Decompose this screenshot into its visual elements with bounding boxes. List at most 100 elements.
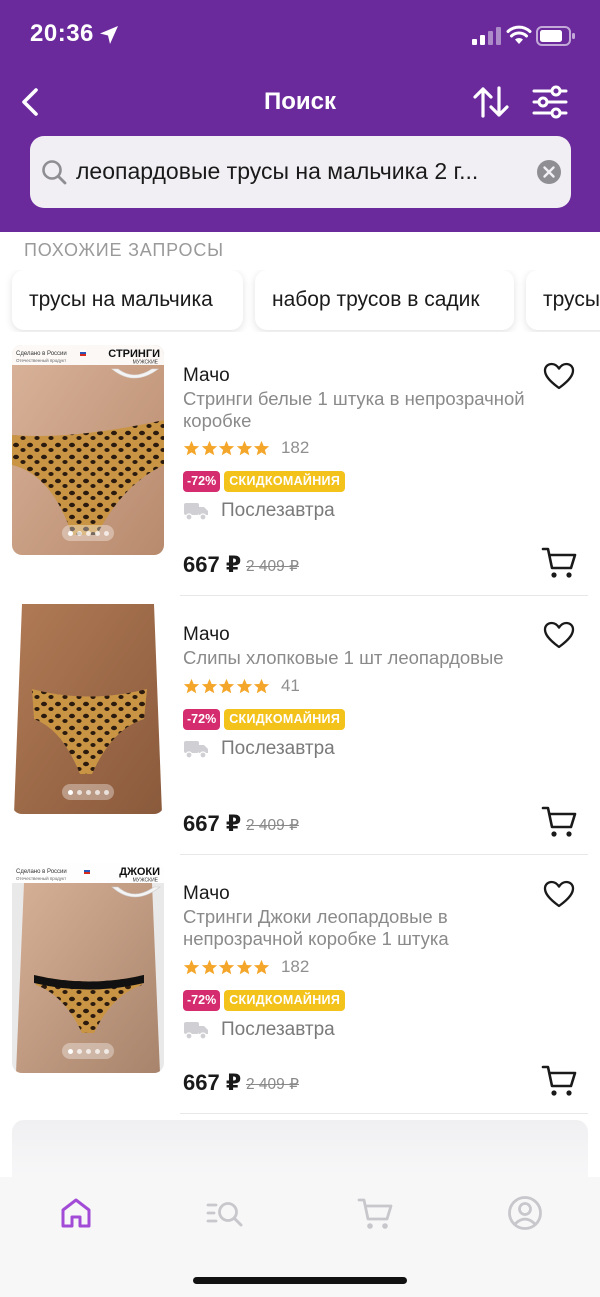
product-price: 667 ₽ — [183, 811, 242, 836]
card-divider — [180, 854, 588, 855]
product-image[interactable] — [12, 604, 164, 814]
product-photo: Сделано в России Отечественный продукт С… — [12, 345, 164, 555]
delivery-date: Послезавтра — [221, 1019, 335, 1040]
delivery-truck-icon — [184, 741, 208, 759]
star-icon — [236, 678, 252, 693]
similar-queries-title: ПОХОЖИЕ ЗАПРОСЫ — [24, 240, 224, 260]
product-card[interactable]: Мачо Слипы хлопковые 1 шт леопардовые 41… — [0, 604, 600, 863]
product-image[interactable]: Сделано в России Отечественный продукт С… — [12, 345, 164, 555]
promo-badge: СКИДКОМАЙНИЯ — [224, 471, 346, 492]
star-icon — [219, 440, 235, 455]
similar-query-chip[interactable]: трусы на мальчика — [12, 270, 243, 330]
home-indicator[interactable] — [193, 1277, 407, 1284]
discount-badge: -72% — [183, 990, 221, 1011]
catalog-search-icon[interactable] — [205, 1193, 245, 1233]
favorite-heart-icon[interactable] — [543, 879, 575, 909]
add-to-cart-icon[interactable] — [541, 1064, 577, 1098]
status-time: 20:36 — [30, 20, 94, 47]
delivery-truck-icon — [184, 1022, 208, 1040]
image-category-sub: МУЖСКИЕ — [133, 360, 159, 366]
product-brand: Мачо — [183, 883, 230, 904]
product-price: 667 ₽ — [183, 1070, 242, 1095]
image-pager-dots — [62, 784, 114, 800]
star-icon — [219, 959, 235, 974]
image-pager-dots — [62, 525, 114, 541]
product-card[interactable]: Сделано в России Отечественный продукт Д… — [0, 863, 600, 1122]
product-old-price: 2 409 ₽ — [246, 817, 299, 834]
image-category-label: СТРИНГИ — [108, 348, 160, 360]
product-rating: 182 — [183, 957, 309, 977]
product-brand: Мачо — [183, 624, 230, 645]
image-pager-dots — [62, 1043, 114, 1059]
cellular-signal-icon — [472, 27, 501, 45]
product-photo: Сделано в России Отечественный продукт Д… — [12, 863, 164, 1073]
profile-icon[interactable] — [505, 1193, 545, 1233]
filter-sliders-icon[interactable] — [530, 84, 570, 120]
star-icon — [201, 678, 217, 693]
review-count: 182 — [280, 957, 310, 976]
promo-badge: СКИДКОМАЙНИЯ — [224, 990, 346, 1011]
star-icon — [201, 440, 217, 455]
product-old-price: 2 409 ₽ — [246, 1076, 299, 1093]
cart-tab-icon[interactable] — [355, 1193, 395, 1233]
product-badges: -72% СКИДКОМАЙНИЯ — [183, 471, 346, 492]
add-to-cart-icon[interactable] — [541, 546, 577, 580]
similar-queries-list: трусы на мальчика набор трусов в садик т… — [0, 270, 600, 332]
clear-search-icon[interactable] — [536, 159, 562, 185]
review-count: 182 — [280, 438, 310, 457]
product-name[interactable]: Стринги Джоки леопардовые в непрозрачной… — [183, 906, 528, 949]
made-in-russia-sub: Отечественный продукт — [16, 875, 66, 881]
delivery-truck-icon — [184, 503, 208, 521]
card-divider — [180, 1113, 588, 1114]
product-image[interactable]: Сделано в России Отечественный продукт Д… — [12, 863, 164, 1073]
location-arrow-icon — [100, 26, 118, 44]
search-bar[interactable]: леопардовые трусы на мальчика 2 г... — [30, 136, 571, 208]
product-rating: 182 — [183, 438, 309, 458]
app-header: 20:36 Поиск леопардовые трусы на мальчик… — [0, 0, 600, 232]
card-divider — [180, 595, 588, 596]
search-icon — [42, 160, 67, 185]
star-icon — [219, 678, 235, 693]
made-in-russia-sub: Отечественный продукт — [16, 357, 66, 363]
star-icon — [183, 678, 200, 693]
favorite-heart-icon[interactable] — [543, 361, 575, 391]
discount-badge: -72% — [183, 709, 221, 730]
star-icon — [236, 959, 252, 974]
product-old-price: 2 409 ₽ — [246, 558, 299, 575]
delivery-info: Послезавтра — [183, 1019, 335, 1041]
star-icon — [254, 959, 270, 974]
star-icon — [254, 440, 270, 455]
star-icon — [254, 678, 270, 693]
made-in-russia-label: Сделано в России — [16, 869, 67, 875]
review-count: 41 — [280, 676, 300, 695]
product-price: 667 ₽ — [183, 552, 242, 577]
bottom-tab-bar — [0, 1177, 600, 1297]
discount-badge: -72% — [183, 471, 221, 492]
sort-icon[interactable] — [472, 84, 510, 120]
image-category-sub: МУЖСКИЕ — [133, 878, 159, 884]
product-badges: -72% СКИДКОМАЙНИЯ — [183, 990, 346, 1011]
star-icon — [183, 440, 200, 455]
product-card[interactable]: Сделано в России Отечественный продукт С… — [0, 345, 600, 604]
similar-query-chip[interactable]: трусы — [526, 270, 600, 330]
delivery-info: Послезавтра — [183, 500, 335, 522]
nav-bar: Поиск — [0, 76, 600, 128]
product-name[interactable]: Слипы хлопковые 1 шт леопардовые — [183, 647, 528, 669]
product-rating: 41 — [183, 676, 300, 696]
delivery-info: Послезавтра — [183, 738, 335, 760]
star-icon — [183, 959, 200, 974]
page-title: Поиск — [263, 88, 337, 115]
product-name[interactable]: Стринги белые 1 штука в непрозрачной кор… — [183, 388, 528, 431]
delivery-date: Послезавтра — [221, 500, 335, 521]
wifi-icon — [506, 25, 532, 44]
made-in-russia-label: Сделано в России — [16, 351, 67, 357]
add-to-cart-icon[interactable] — [541, 805, 577, 839]
delivery-date: Послезавтра — [221, 738, 335, 759]
home-icon[interactable] — [56, 1193, 96, 1233]
product-photo — [12, 604, 164, 814]
similar-query-chip[interactable]: набор трусов в садик — [255, 270, 514, 330]
star-icon — [236, 440, 252, 455]
search-input[interactable]: леопардовые трусы на мальчика 2 г... — [76, 158, 516, 185]
favorite-heart-icon[interactable] — [543, 620, 575, 650]
battery-icon — [536, 26, 575, 46]
